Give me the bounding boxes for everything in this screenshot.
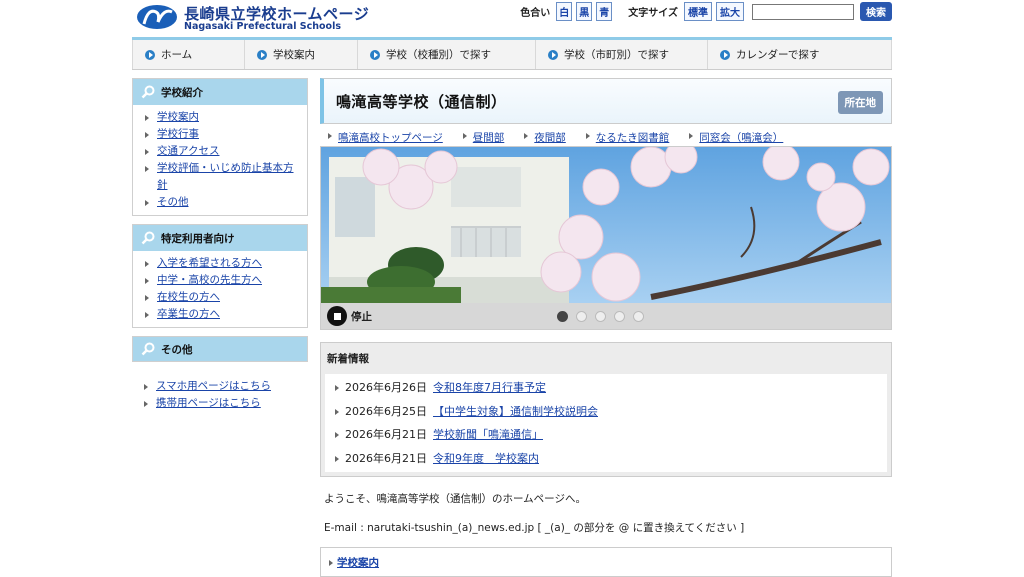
news-link[interactable]: 学校新聞「鳴滝通信」 (433, 428, 543, 441)
font-size-label: 文字サイズ (628, 8, 678, 19)
sidebar-link-teachers[interactable]: 中学・高校の先生方へ (157, 274, 262, 286)
sidebar-link-applicants[interactable]: 入学を希望される方へ (157, 257, 262, 269)
sidebar-heading: 特定利用者向け (133, 225, 307, 251)
sidebar-heading-other: その他 (132, 336, 308, 362)
sidebar-link-students[interactable]: 在校生の方へ (157, 291, 220, 303)
arrow-circle-icon (370, 49, 380, 60)
font-large-button[interactable]: 拡大 (716, 2, 744, 21)
sidebar-heading: 学校紹介 (133, 79, 307, 105)
sidebar-link-graduates[interactable]: 卒業生の方へ (157, 308, 220, 320)
news-link[interactable]: 令和9年度 学校案内 (433, 452, 539, 465)
news-date: 2026年6月21日 (345, 451, 427, 465)
search-button[interactable]: 検索 (860, 2, 892, 21)
sub-nav-day[interactable]: 昼間部 (473, 132, 505, 144)
slide-dots (557, 311, 644, 322)
email-text: E-mail : narutaki-tsushin_(a)_news.ed.jp… (324, 522, 745, 534)
news-section: 新着情報 2026年6月26日 令和8年度7月行事予定 2026年6月25日 【中学… (320, 342, 892, 477)
global-nav: ホーム 学校案内 学校（校種別）で探す 学校（市町別）で探す カレンダーで探す (132, 37, 892, 70)
sub-nav-library[interactable]: なるたき図書館 (596, 132, 670, 144)
news-date: 2026年6月26日 (345, 381, 427, 394)
news-list: 2026年6月26日 令和8年度7月行事予定 2026年6月25日 【中学生対象】通… (325, 374, 887, 472)
sub-nav-night[interactable]: 夜間部 (534, 132, 566, 144)
nav-item-school-guide[interactable]: 学校案内 (245, 40, 358, 69)
sidebar-link-mobile[interactable]: 携帯用ページはこちら (156, 397, 261, 409)
image-slider: 停止 (320, 146, 892, 330)
page-title-bar: 鳴滝高等学校（通信制） 所在地 (320, 78, 892, 124)
sidebar-section-specific-users: 特定利用者向け 入学を希望される方へ 中学・高校の先生方へ 在校生の方へ 卒業生… (132, 224, 308, 328)
nav-item-by-city[interactable]: 学校（市町別）で探す (536, 40, 708, 69)
color-black-button[interactable]: 黒 (576, 2, 593, 21)
bottom-section: 学校案内 (320, 547, 892, 577)
sidebar-link-access[interactable]: 交通アクセス (157, 145, 219, 157)
color-blue-button[interactable]: 青 (596, 2, 613, 21)
news-title: 新着情報 (327, 353, 369, 365)
school-sub-nav: 鳴滝高校トップページ 昼間部 夜間部 なるたき図書館 同窓会（鳴滝会） (320, 124, 892, 148)
welcome-text: ようこそ、鳴滝高等学校（通信制）のホームページへ。 (324, 493, 586, 505)
sub-nav-top[interactable]: 鳴滝高校トップページ (338, 132, 443, 144)
stop-button[interactable]: 停止 (351, 309, 372, 324)
arrow-circle-icon (257, 49, 267, 60)
slide-dot[interactable] (595, 311, 606, 322)
slider-controls: 停止 (321, 303, 891, 329)
site-logo-icon[interactable] (136, 4, 178, 30)
site-header: 長崎県立学校ホームページ Nagasaki Prefectural School… (132, 0, 892, 40)
bottom-link-school-guide[interactable]: 学校案内 (337, 557, 379, 569)
news-link[interactable]: 令和8年度7月行事予定 (433, 381, 546, 394)
sidebar-link-events[interactable]: 学校行事 (157, 128, 199, 140)
font-standard-button[interactable]: 標準 (684, 2, 712, 21)
sidebar-section-school-intro: 学校紹介 学校案内 学校行事 交通アクセス 学校評価・いじめ防止基本方針 その他 (132, 78, 308, 216)
news-date: 2026年6月21日 (345, 428, 427, 441)
news-date: 2026年6月25日 (345, 404, 427, 418)
main-content: 鳴滝高等学校（通信制） 所在地 鳴滝高校トップページ 昼間部 夜間部 なるたき図… (320, 78, 892, 577)
nav-item-home[interactable]: ホーム (132, 40, 245, 69)
stop-icon[interactable] (327, 306, 347, 326)
site-subtitle: Nagasaki Prefectural Schools (184, 21, 341, 32)
magnifier-icon (141, 231, 155, 245)
arrow-circle-icon (548, 49, 558, 60)
slide-dot[interactable] (576, 311, 587, 322)
list-item: 2026年6月21日 令和9年度 学校案内 (325, 447, 887, 471)
news-link[interactable]: 【中学生対象】通信制学校説明会 (433, 405, 598, 418)
header-tools: 色合い 白 黒 青 文字サイズ 標準 拡大 検索 (520, 2, 892, 21)
location-button[interactable]: 所在地 (837, 91, 883, 114)
list-item: 2026年6月25日 【中学生対象】通信制学校説明会 (325, 400, 887, 424)
list-item: 2026年6月26日 令和8年度7月行事予定 (325, 376, 887, 400)
nav-item-calendar[interactable]: カレンダーで探す (708, 40, 892, 69)
slide-dot[interactable] (614, 311, 625, 322)
color-label: 色合い (520, 8, 551, 19)
arrow-circle-icon (720, 49, 730, 60)
nav-item-by-type[interactable]: 学校（校種別）で探す (358, 40, 536, 69)
page-title: 鳴滝高等学校（通信制） (336, 92, 507, 111)
sidebar-link-school-guide[interactable]: 学校案内 (157, 111, 199, 123)
arrow-circle-icon (145, 49, 155, 60)
sidebar-link-evaluation[interactable]: 学校評価・いじめ防止基本方針 (157, 162, 294, 191)
sub-nav-alumni[interactable]: 同窓会（鳴滝会） (699, 132, 783, 144)
slide-dot[interactable] (633, 311, 644, 322)
magnifier-icon (141, 85, 155, 99)
search-input[interactable] (752, 3, 854, 20)
sidebar-link-other[interactable]: その他 (157, 196, 189, 208)
slide-dot[interactable] (557, 311, 568, 322)
slide-image (321, 147, 891, 305)
magnifier-icon (141, 342, 155, 356)
sidebar-link-smartphone[interactable]: スマホ用ページはこちら (156, 380, 271, 392)
list-item: 2026年6月21日 学校新聞「鳴滝通信」 (325, 423, 887, 447)
sidebar: 学校紹介 学校案内 学校行事 交通アクセス 学校評価・いじめ防止基本方針 その他… (132, 78, 308, 416)
color-white-button[interactable]: 白 (556, 2, 573, 21)
